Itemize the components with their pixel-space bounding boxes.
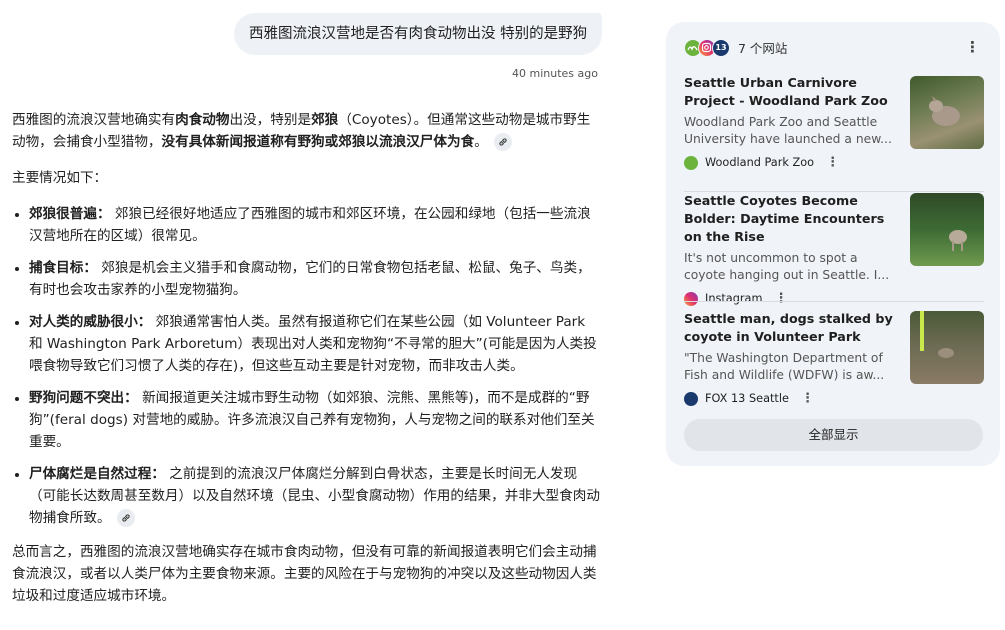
site-icons: 13 — [684, 39, 734, 57]
sources-panel: 13 7 个网站 ⋮ Seattle Urban Carnivore Proje… — [666, 22, 1000, 466]
assistant-answer: 西雅图的流浪汉营地确实有肉食动物出没，特别是郊狼（Coyotes）。但通常这些动… — [12, 109, 600, 621]
bullet-title: 捕食目标： — [29, 260, 97, 276]
source-more-icon[interactable]: ⋮ — [774, 291, 787, 306]
coyote-thumbnail-image — [910, 311, 984, 384]
source-more-icon[interactable]: ⋮ — [826, 155, 839, 170]
source-card-title: Seattle Coyotes Become Bolder: Daytime E… — [684, 193, 885, 244]
sources-header[interactable]: 13 7 个网站 — [684, 37, 984, 57]
source-name: Instagram — [705, 292, 763, 305]
card-divider — [684, 301, 984, 302]
user-message-bubble: 西雅图流浪汉营地是否有肉食动物出没 特别的是野狗 — [234, 13, 603, 55]
bullet-item: 对人类的威胁很小： 郊狼通常害怕人类。虽然有报道称它们在某些公园（如 Volun… — [29, 311, 600, 377]
source-card-source: Instagram ⋮ — [684, 291, 984, 306]
bullet-title: 尸体腐烂是自然过程： — [29, 466, 165, 482]
source-card-source: FOX 13 Seattle ⋮ — [684, 391, 984, 406]
citation-link-icon[interactable] — [116, 509, 135, 527]
source-card[interactable]: Seattle man, dogs stalked by coyote in V… — [684, 310, 984, 406]
message-timestamp: 40 minutes ago — [512, 67, 598, 80]
bullet-item: 郊狼很普遍： 郊狼已经很好地适应了西雅图的城市和郊区环境，在公园和绿地（包括一些… — [29, 203, 600, 247]
source-card-snippet: Woodland Park Zoo and Seattle University… — [684, 115, 892, 146]
show-all-button[interactable]: 全部显示 — [684, 419, 983, 451]
more-options-icon[interactable]: ⋮ — [965, 40, 980, 55]
intro-bold: 郊狼 — [311, 112, 339, 128]
source-card-snippet: "The Washington Department of Fish and W… — [684, 351, 885, 382]
intro-text: 。 — [474, 134, 488, 150]
bullet-text: 郊狼是机会主义猎手和食腐动物，它们的日常食物包括老鼠、松鼠、兔子、鸟类，有时也会… — [29, 260, 591, 298]
answer-bullet-list: 郊狼很普遍： 郊狼已经很好地适应了西雅图的城市和郊区环境，在公园和绿地（包括一些… — [12, 203, 600, 529]
coyote-thumbnail-image — [910, 76, 984, 149]
fox13-icon — [684, 391, 698, 406]
answer-intro: 西雅图的流浪汉营地确实有肉食动物出没，特别是郊狼（Coyotes）。但通常这些动… — [12, 109, 600, 153]
coyote-thumbnail-image — [910, 193, 984, 266]
bullet-item: 尸体腐烂是自然过程： 之前提到的流浪汉尸体腐烂分解到白骨状态，主要是长时间无人发… — [29, 463, 600, 529]
source-more-icon[interactable]: ⋮ — [801, 391, 814, 406]
source-card-title: Seattle Urban Carnivore Project - Woodla… — [684, 75, 888, 108]
source-card-snippet: It's not uncommon to spot a coyote hangi… — [684, 251, 890, 282]
source-card[interactable]: Seattle Coyotes Become Bolder: Daytime E… — [684, 192, 984, 306]
answer-lead: 主要情况如下： — [12, 170, 108, 186]
answer-conclusion: 总而言之，西雅图的流浪汉营地确实存在城市食肉动物，但没有可靠的新闻报道表明它们会… — [12, 544, 597, 604]
user-message-text: 西雅图流浪汉营地是否有肉食动物出没 特别的是野狗 — [249, 26, 588, 42]
bullet-text: 郊狼已经很好地适应了西雅图的城市和郊区环境，在公园和绿地（包括一些流浪汉营地所在… — [29, 206, 591, 244]
instagram-icon — [684, 291, 698, 306]
intro-bold: 肉食动物 — [175, 112, 230, 128]
intro-text: 西雅图的流浪汉营地确实有 — [12, 112, 176, 128]
source-name: FOX 13 Seattle — [705, 392, 789, 405]
bullet-title: 野狗问题不突出： — [29, 390, 138, 406]
source-name: Woodland Park Zoo — [705, 156, 815, 169]
woodland-park-zoo-icon — [684, 155, 698, 170]
bullet-title: 郊狼很普遍： — [29, 206, 111, 222]
bullet-item: 野狗问题不突出： 新闻报道更关注城市野生动物（如郊狼、浣熊、黑熊等)，而不是成群… — [29, 387, 600, 453]
sources-count-label: 7 个网站 — [738, 41, 788, 56]
bullet-item: 捕食目标： 郊狼是机会主义猎手和食腐动物，它们的日常食物包括老鼠、松鼠、兔子、鸟… — [29, 257, 600, 301]
fox13-icon: 13 — [712, 39, 730, 57]
intro-text: 出没，特别是 — [229, 112, 312, 128]
source-card-title: Seattle man, dogs stalked by coyote in V… — [684, 311, 893, 344]
citation-link-icon[interactable] — [493, 133, 512, 151]
intro-bold: 没有具体新闻报道称有野狗或郊狼以流浪汉尸体为食 — [161, 134, 475, 150]
source-card-source: Woodland Park Zoo ⋮ — [684, 155, 984, 170]
bullet-title: 对人类的威胁很小： — [29, 314, 152, 330]
source-card[interactable]: Seattle Urban Carnivore Project - Woodla… — [684, 74, 984, 170]
